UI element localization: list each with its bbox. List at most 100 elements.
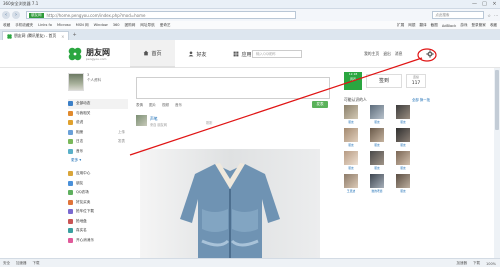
address-bar[interactable]: 朋友网 http://home.pengyou.com/index.php?mo… xyxy=(26,11,296,19)
profile-link[interactable]: 个人资料 xyxy=(87,78,101,83)
site-search-input[interactable]: 输入QQ昵称 xyxy=(252,50,302,58)
friend-photo[interactable] xyxy=(370,105,384,119)
extension-item[interactable]: 登录管家 xyxy=(471,23,485,28)
friend-photo[interactable] xyxy=(396,128,410,142)
friend-card[interactable]: 朋友 xyxy=(370,128,384,147)
bookmark-item[interactable]: Links fo xyxy=(38,23,52,27)
sidebar-app-item[interactable]: 开心消消乐 xyxy=(68,236,128,246)
status-right-accelerator[interactable]: 加速器 xyxy=(456,261,467,266)
video-tool[interactable]: 视频 xyxy=(162,103,169,108)
friend-photo[interactable] xyxy=(344,105,358,119)
friend-name[interactable]: 朋友 xyxy=(396,166,410,170)
back-button[interactable]: ‹ xyxy=(2,11,10,19)
address-url[interactable]: http://home.pengyou.com/index.php?mod=ho… xyxy=(47,13,146,18)
my-homepage-link[interactable]: 我的主页 xyxy=(364,51,379,57)
checkin-button[interactable]: 签到 xyxy=(366,74,402,88)
tab-close-icon[interactable]: × xyxy=(61,34,64,39)
friend-photo[interactable] xyxy=(396,105,410,119)
sidebar-item-blog[interactable]: 日志 发表 xyxy=(68,137,128,147)
friend-name[interactable]: 朋友 xyxy=(396,189,410,193)
extension-item[interactable]: AdBlock xyxy=(442,24,456,28)
sidebar-item-music[interactable]: 音乐 xyxy=(68,147,128,157)
friend-photo[interactable] xyxy=(344,128,358,142)
sidebar-app-item[interactable]: 真实名 xyxy=(68,226,128,236)
friend-photo[interactable] xyxy=(396,151,410,165)
friend-name[interactable]: 王灵波 xyxy=(344,189,358,193)
sidebar-app-item[interactable]: 应用中心 xyxy=(68,169,128,179)
sidebar-item-album[interactable]: 相册 上传 xyxy=(68,128,128,138)
friend-name[interactable]: 朋友 xyxy=(396,120,410,124)
music-tool[interactable]: 音乐 xyxy=(175,103,182,108)
friend-card[interactable]: 朋友 xyxy=(344,151,358,170)
suggested-friends-refresh-link[interactable]: 全部 换一批 xyxy=(412,97,430,102)
bookmark-item[interactable]: 爱奇艺 xyxy=(160,23,171,28)
sidebar-more-link[interactable]: 更多 ▾ xyxy=(71,158,128,163)
bookmark-item[interactable]: 收藏 xyxy=(3,23,10,28)
extension-item[interactable]: 扩展 xyxy=(397,23,404,28)
logout-link[interactable]: 退出 xyxy=(383,51,391,57)
gear-icon[interactable] xyxy=(426,50,434,58)
friend-card[interactable]: 朋友 xyxy=(396,174,410,193)
friend-name[interactable]: 朋友 xyxy=(370,120,384,124)
minimize-button[interactable]: — xyxy=(471,1,478,7)
friend-card[interactable]: 朋友 xyxy=(396,105,410,124)
sidebar-item-related[interactable]: 与我相关 xyxy=(68,109,128,119)
bookmark-item[interactable]: 手机收藏夹 xyxy=(15,23,33,28)
friend-card[interactable]: 朋友 xyxy=(344,128,358,147)
bookmark-item[interactable]: Window xyxy=(94,23,108,27)
post-blog-link[interactable]: 发表 xyxy=(118,139,125,144)
friend-name[interactable]: 朋友 xyxy=(370,166,384,170)
maximize-button[interactable]: □ xyxy=(481,1,488,7)
friend-card[interactable]: 王灵波 xyxy=(344,174,358,193)
friend-photo[interactable] xyxy=(370,174,384,188)
friend-name[interactable]: 朋友 xyxy=(344,143,358,147)
sidebar-app-item[interactable]: 抢车位下载 xyxy=(68,207,128,217)
status-composer-input[interactable] xyxy=(136,77,330,99)
zoom-level[interactable]: 100% xyxy=(486,262,496,266)
bookmark-item[interactable]: MSN 网 xyxy=(76,23,89,28)
bookmark-item[interactable]: 团购网 xyxy=(125,23,136,28)
friend-card[interactable]: 朋友 xyxy=(344,105,358,124)
status-accelerator[interactable]: 加速器 xyxy=(16,261,27,266)
friend-photo[interactable] xyxy=(344,151,358,165)
pengyou-logo-icon[interactable] xyxy=(68,47,82,61)
messages-link[interactable]: 消息 xyxy=(395,51,403,57)
sidebar-app-item[interactable]: QQ农场 xyxy=(68,188,128,198)
favorite-star-icon[interactable]: ☆ xyxy=(487,13,491,18)
sidebar-item-status[interactable]: 说说 xyxy=(68,118,128,128)
friend-photo[interactable] xyxy=(370,128,384,142)
friend-name[interactable]: 朋友 xyxy=(370,143,384,147)
close-window-button[interactable]: × xyxy=(491,1,498,7)
status-security[interactable]: 安全 xyxy=(3,261,10,266)
friend-name[interactable]: 朋友 xyxy=(344,120,358,124)
extension-item[interactable]: 网银 xyxy=(408,23,415,28)
image-tool[interactable]: 图片 xyxy=(149,103,156,108)
friend-card[interactable]: 朋友 xyxy=(396,128,410,147)
friend-card[interactable]: 朋友 xyxy=(370,151,384,170)
friend-name[interactable]: 朋友 xyxy=(396,143,410,147)
upload-link[interactable]: 上传 xyxy=(118,130,125,135)
friend-name[interactable]: 朋友 xyxy=(344,166,358,170)
post-avatar[interactable] xyxy=(136,115,147,126)
sidebar-app-item[interactable]: 朋友 xyxy=(68,179,128,189)
nav-home[interactable]: 首页 xyxy=(130,40,175,68)
friend-card[interactable]: 谁的老婆 xyxy=(370,174,384,193)
friend-photo[interactable] xyxy=(370,151,384,165)
status-download[interactable]: 下载 xyxy=(33,261,40,266)
extension-item[interactable]: 收藏 xyxy=(490,23,497,28)
extension-item[interactable]: 游戏 xyxy=(460,23,467,28)
more-menu-icon[interactable]: ⋯ xyxy=(494,13,498,18)
new-tab-button[interactable]: + xyxy=(72,32,76,38)
friend-card[interactable]: 朋友 xyxy=(396,151,410,170)
page-scrollbar-thumb[interactable] xyxy=(495,70,499,130)
tab-pengyou-home[interactable]: 朋友网 (腾讯朋友) - 首页 × xyxy=(2,31,70,40)
bookmark-item[interactable]: Microso xyxy=(57,23,71,27)
bookmark-item[interactable]: 网址导航 xyxy=(140,23,154,28)
extension-item[interactable]: 截图 xyxy=(431,23,438,28)
extension-item[interactable]: 翻译 xyxy=(419,23,426,28)
friend-photo[interactable] xyxy=(344,174,358,188)
sidebar-app-item[interactable]: 抢地盘 xyxy=(68,217,128,227)
sidebar-item-all-feed[interactable]: 全部动态 xyxy=(68,99,128,109)
avatar[interactable] xyxy=(68,73,84,91)
nav-friends[interactable]: 好友 xyxy=(175,40,220,68)
